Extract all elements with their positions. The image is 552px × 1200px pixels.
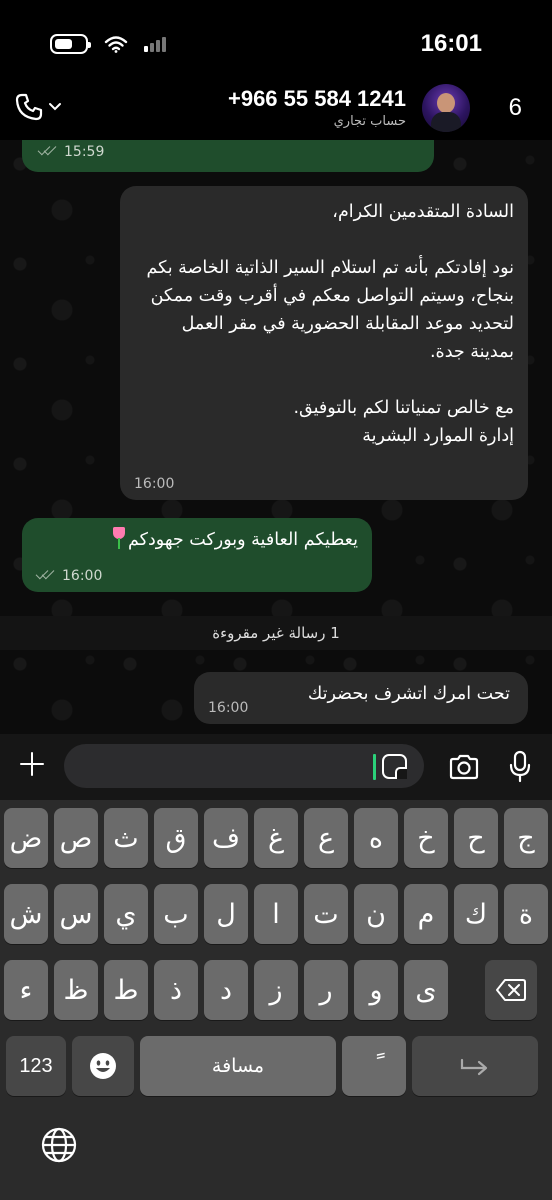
return-key[interactable] xyxy=(412,1036,538,1096)
keyboard-row-3: ء ظ ط ذ د ز ر و ى xyxy=(0,960,552,1020)
keyboard-row-1: ض ص ث ق ف غ ع ه خ ح ج xyxy=(0,808,552,868)
key[interactable]: ض xyxy=(4,808,48,868)
message-text: تحت امرك اتشرف بحضرتك xyxy=(307,684,510,704)
keyboard-row-2: ش س ي ب ل ا ت ن م ك ة xyxy=(0,884,552,944)
key[interactable]: ك xyxy=(454,884,498,944)
unread-messages-banner: 1 رسالة غير مقروءة xyxy=(0,616,552,650)
keyboard: ض ص ث ق ف غ ع ه خ ح ج ش س ي ب ل ا ت ن م … xyxy=(0,800,552,1200)
key[interactable]: ش xyxy=(4,884,48,944)
key[interactable]: ء xyxy=(4,960,48,1020)
status-bar: 16:01 xyxy=(0,0,552,80)
chat-header: +966 55 584 1241 حساب تجاري 6 xyxy=(0,80,552,140)
message-text-body: يعطيكم العافية وبوركت جهودكم xyxy=(128,530,358,550)
key[interactable]: غ xyxy=(254,808,298,868)
status-icons xyxy=(50,34,166,54)
message-bubble-incoming[interactable]: السادة المتقدمين الكرام، نود إفادتكم بأن… xyxy=(120,186,528,500)
key[interactable]: ل xyxy=(204,884,248,944)
double-check-icon xyxy=(36,570,56,582)
key[interactable]: ة xyxy=(504,884,548,944)
key[interactable]: ف xyxy=(204,808,248,868)
contact-info[interactable]: +966 55 584 1241 حساب تجاري xyxy=(228,86,406,129)
message-bubble-incoming[interactable]: تحت امرك اتشرف بحضرتك 16:00 xyxy=(194,672,528,724)
key[interactable]: ع xyxy=(304,808,348,868)
tanwin-key[interactable]: ً xyxy=(342,1036,406,1096)
call-button[interactable] xyxy=(14,92,62,122)
battery-icon xyxy=(50,34,91,54)
microphone-icon[interactable] xyxy=(508,750,532,784)
backspace-key[interactable] xyxy=(485,960,537,1020)
key[interactable]: ج xyxy=(504,808,548,868)
double-check-icon xyxy=(38,146,58,158)
avatar[interactable] xyxy=(422,84,470,132)
chat-area[interactable]: 15:59 السادة المتقدمين الكرام، نود إفادت… xyxy=(0,140,552,734)
globe-icon[interactable] xyxy=(40,1126,78,1164)
key[interactable]: ن xyxy=(354,884,398,944)
numbers-key[interactable]: 123 xyxy=(6,1036,66,1096)
return-arrow-icon xyxy=(460,1058,488,1076)
message-text: يعطيكم العافية وبوركت جهودكم xyxy=(36,526,358,554)
tulip-emoji-icon xyxy=(110,527,128,549)
message-meta: 15:59 xyxy=(38,144,104,160)
key[interactable]: ث xyxy=(104,808,148,868)
key[interactable]: ز xyxy=(254,960,298,1020)
back-button-count[interactable]: 6 xyxy=(509,94,522,122)
key[interactable]: و xyxy=(354,960,398,1020)
key[interactable]: ذ xyxy=(154,960,198,1020)
add-attachment-button[interactable] xyxy=(16,748,48,780)
key[interactable]: ظ xyxy=(54,960,98,1020)
message-time: 16:00 xyxy=(134,476,175,492)
sticker-icon[interactable] xyxy=(382,754,407,779)
key[interactable]: ق xyxy=(154,808,198,868)
phone-icon xyxy=(15,93,43,121)
message-bubble-outgoing[interactable]: 15:59 xyxy=(22,140,434,172)
key[interactable]: ى xyxy=(404,960,448,1020)
message-composer xyxy=(0,734,552,800)
key[interactable]: د xyxy=(204,960,248,1020)
key[interactable]: ي xyxy=(104,884,148,944)
chevron-down-icon xyxy=(49,103,61,111)
key[interactable]: ح xyxy=(454,808,498,868)
message-bubble-outgoing[interactable]: يعطيكم العافية وبوركت جهودكم 16:00 xyxy=(22,518,372,592)
contact-number: +966 55 584 1241 xyxy=(227,86,406,111)
text-cursor xyxy=(373,754,376,780)
message-meta: 16:00 xyxy=(36,568,102,584)
message-time: 16:00 xyxy=(62,568,103,584)
message-meta: 16:00 xyxy=(208,700,248,716)
key[interactable]: ص xyxy=(54,808,98,868)
keyboard-row-4: 123 مسافة ً xyxy=(0,1036,552,1096)
key[interactable]: ب xyxy=(154,884,198,944)
key[interactable]: س xyxy=(54,884,98,944)
message-input[interactable] xyxy=(64,744,424,788)
status-time: 16:01 xyxy=(420,30,482,57)
message-time: 16:00 xyxy=(208,700,249,716)
key[interactable]: ه xyxy=(354,808,398,868)
cellular-signal-icon xyxy=(144,36,166,52)
key[interactable]: م xyxy=(404,884,448,944)
key[interactable]: خ xyxy=(404,808,448,868)
camera-icon[interactable] xyxy=(448,754,480,780)
key[interactable]: ط xyxy=(104,960,148,1020)
key[interactable]: ت xyxy=(304,884,348,944)
space-key[interactable]: مسافة xyxy=(140,1036,336,1096)
smiley-icon xyxy=(90,1053,116,1079)
message-time: 15:59 xyxy=(64,144,105,160)
message-text: السادة المتقدمين الكرام، نود إفادتكم بأن… xyxy=(146,202,514,446)
key[interactable]: ا xyxy=(254,884,298,944)
wifi-icon xyxy=(104,36,128,53)
backspace-icon xyxy=(496,979,526,1001)
contact-subtitle: حساب تجاري xyxy=(333,114,406,129)
emoji-key[interactable] xyxy=(72,1036,134,1096)
message-meta: 16:00 xyxy=(134,476,174,492)
key[interactable]: ر xyxy=(304,960,348,1020)
